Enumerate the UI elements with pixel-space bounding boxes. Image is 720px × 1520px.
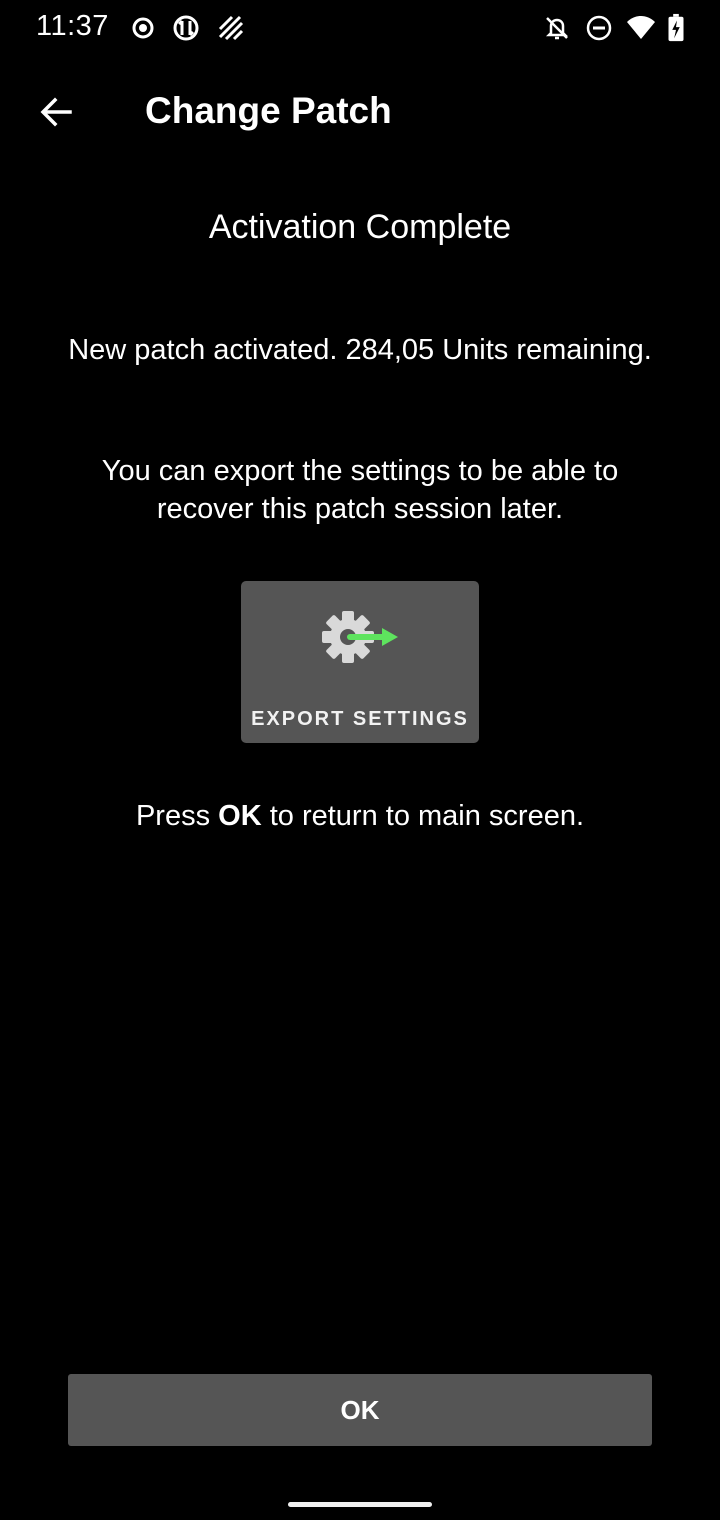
export-settings-button[interactable]: EXPORT SETTINGS bbox=[241, 581, 479, 743]
activation-heading: Activation Complete bbox=[208, 208, 512, 246]
wifi-icon bbox=[627, 16, 655, 39]
ok-button-label: OK bbox=[340, 1394, 380, 1425]
export-hint-message: You can export the settings to be able t… bbox=[101, 455, 619, 525]
return-instruction: Press OK to return to main screen. bbox=[0, 800, 720, 833]
sync-icon bbox=[173, 15, 199, 41]
arrow-back-icon bbox=[40, 97, 72, 127]
battery-charging-icon bbox=[668, 13, 684, 42]
notifications-off-icon bbox=[545, 17, 569, 40]
app-bar: Change Patch bbox=[0, 56, 720, 168]
back-button[interactable] bbox=[28, 84, 84, 140]
status-time: 11:37 bbox=[36, 10, 109, 42]
patch-activated-message: New patch activated. 284,05 Units remain… bbox=[68, 334, 652, 366]
export-settings-label: EXPORT SETTINGS bbox=[251, 708, 469, 730]
gesture-nav-handle[interactable] bbox=[288, 1502, 432, 1507]
return-instruction-prefix: Press bbox=[135, 800, 219, 832]
return-instruction-suffix: to return to main screen. bbox=[261, 800, 585, 832]
page-title: Change Patch bbox=[145, 90, 392, 131]
return-instruction-ok: OK bbox=[218, 800, 262, 832]
do-not-disturb-icon bbox=[586, 15, 612, 41]
record-icon bbox=[132, 17, 154, 39]
signal-hatch-icon bbox=[218, 15, 244, 41]
ok-button[interactable]: OK bbox=[68, 1374, 652, 1446]
status-bar: 11:37 bbox=[0, 0, 720, 56]
gear-export-icon bbox=[322, 611, 398, 663]
